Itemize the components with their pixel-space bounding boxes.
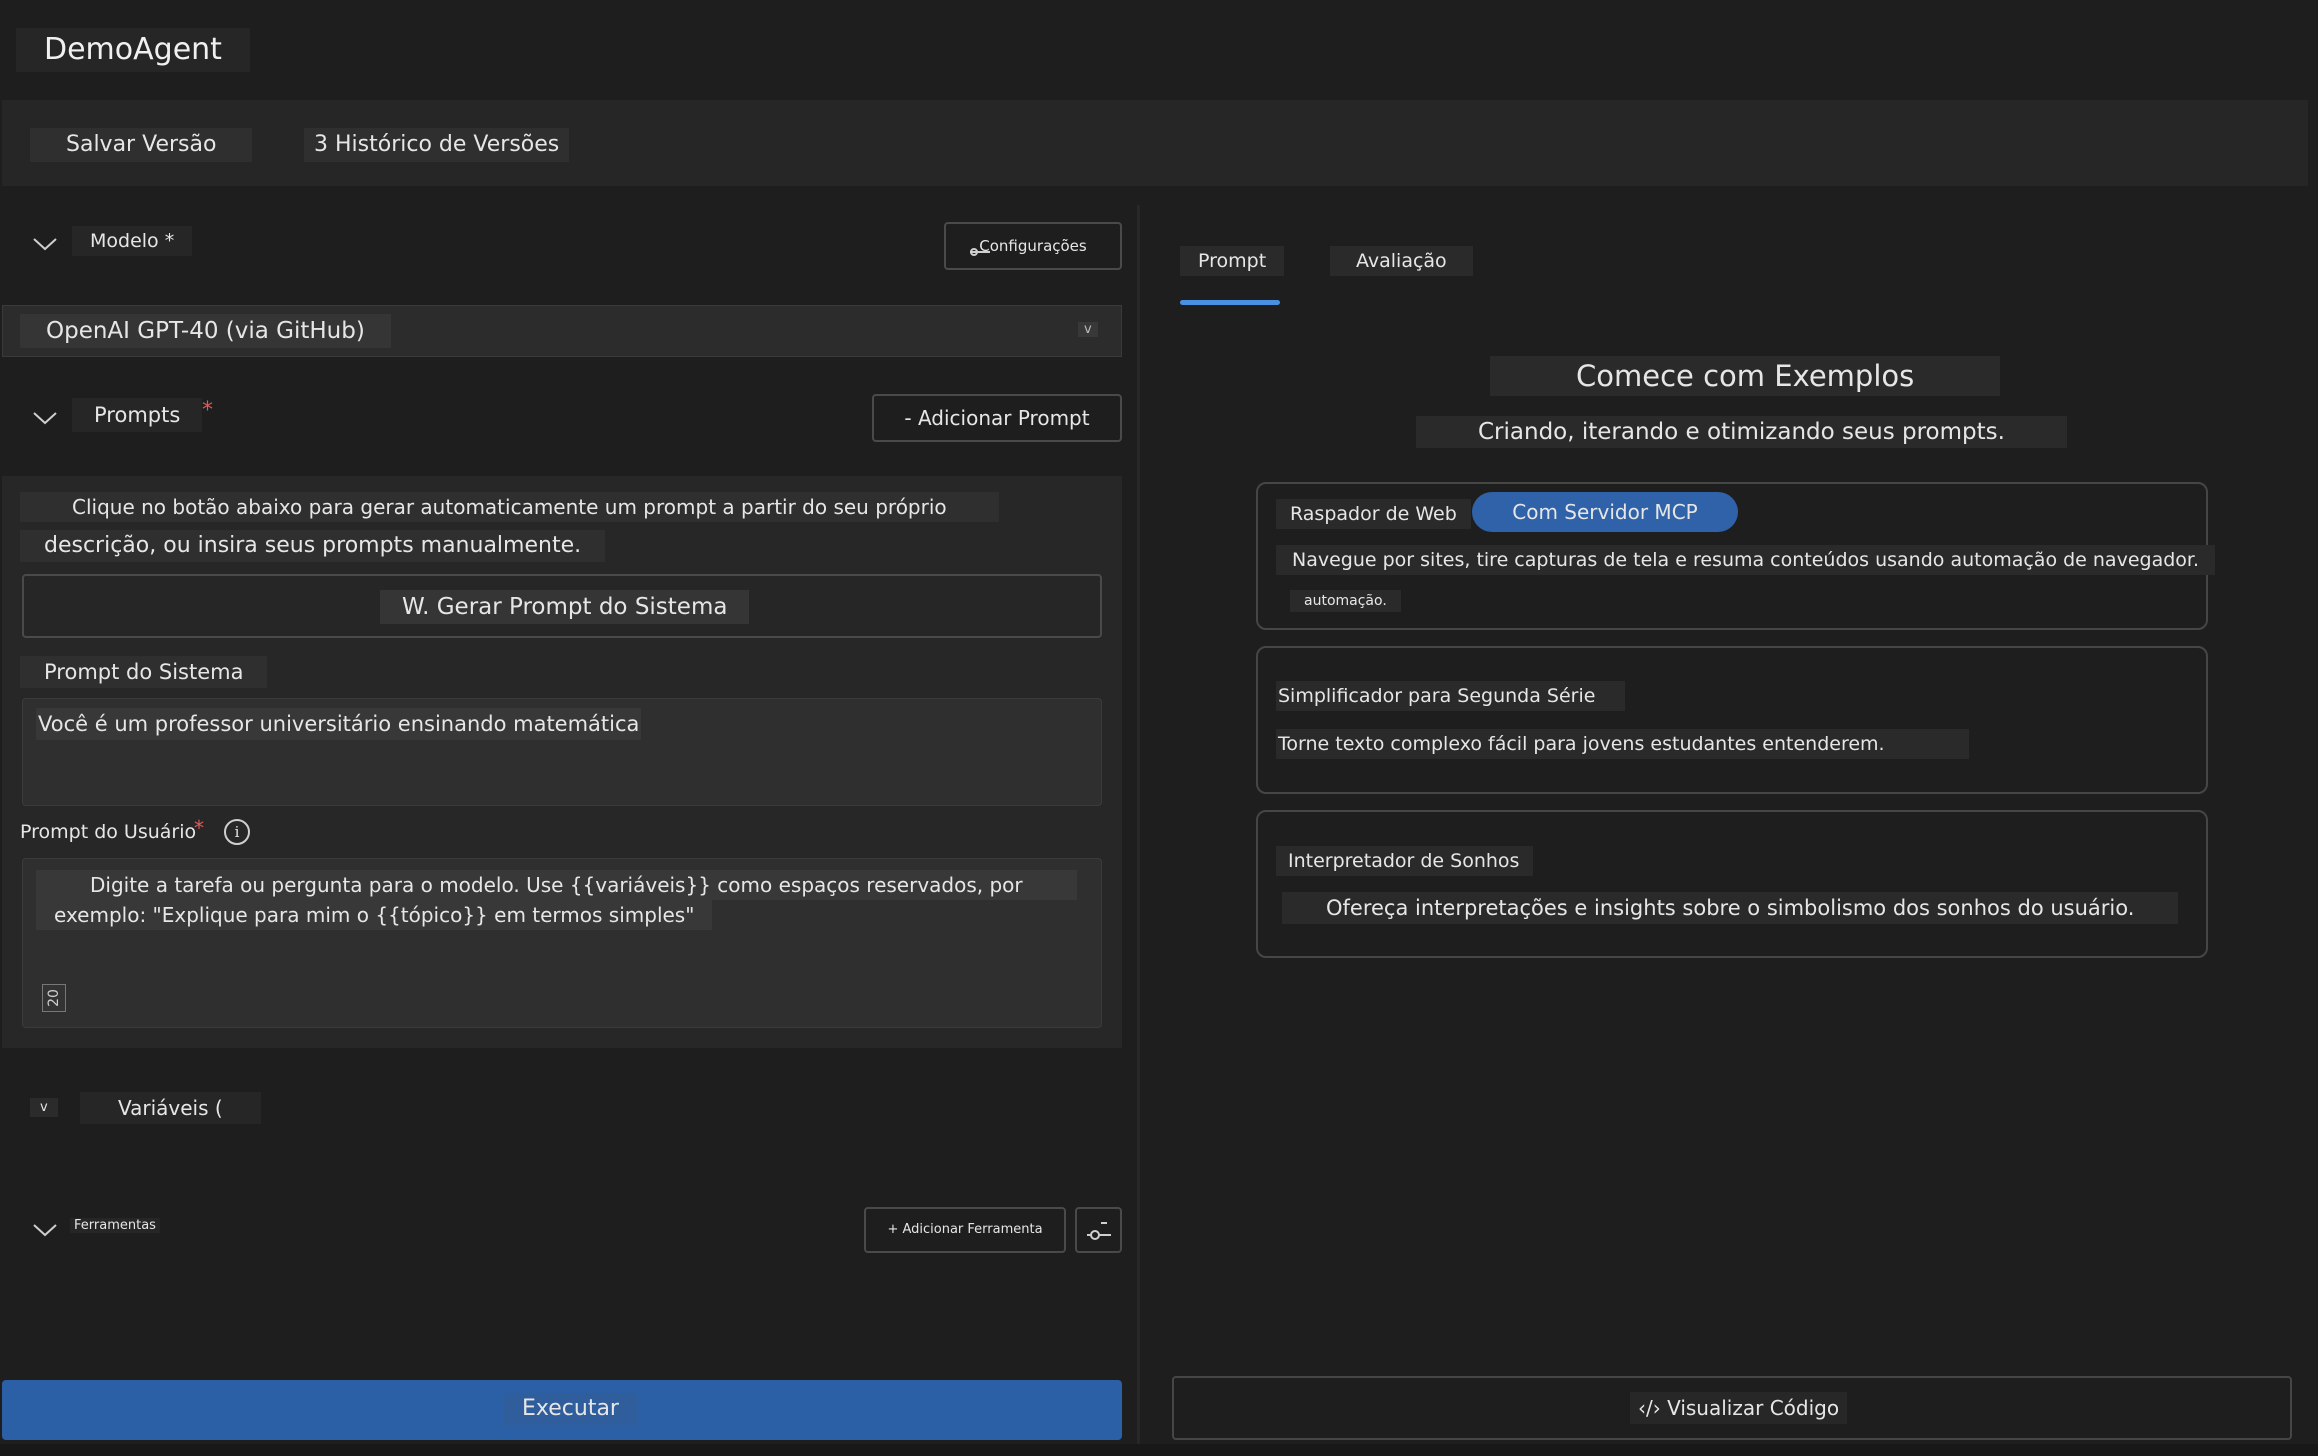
character-counter: 20: [42, 984, 66, 1012]
user-prompt-placeholder: exemplo: "Explique para mim o {{tópico}}…: [36, 900, 713, 930]
prompt-help-text: Clique no botão abaixo para gerar automa…: [20, 492, 999, 522]
model-section-label: Modelo *: [72, 226, 193, 256]
status-bar: [0, 1444, 2318, 1456]
mcp-server-badge: Com Servidor MCP: [1472, 492, 1738, 532]
system-prompt-label: Prompt do Sistema: [20, 656, 268, 688]
add-tool-button[interactable]: + Adicionar Ferramenta: [864, 1207, 1066, 1253]
character-counter-value: 20: [45, 989, 62, 1007]
examples-subtitle: Criando, iterando e otimizando seus prom…: [1416, 416, 2067, 448]
app-title: DemoAgent: [16, 28, 250, 72]
tools-section-label: Ferramentas: [70, 1218, 160, 1233]
model-settings-label: Configurações: [979, 237, 1087, 255]
model-select-value: OpenAI GPT-40 (via GitHub): [20, 314, 391, 348]
tab-evaluation[interactable]: Avaliação: [1330, 246, 1473, 276]
example-card-description: Ofereça interpretações e insights sobre …: [1282, 892, 2179, 924]
tab-prompt[interactable]: Prompt: [1180, 246, 1285, 276]
user-prompt-label: Prompt do Usuário: [20, 821, 197, 843]
chevron-down-icon[interactable]: [32, 410, 58, 426]
example-card-title: Simplificador para Segunda Série: [1276, 681, 1626, 711]
chevron-down-icon[interactable]: [32, 1222, 58, 1238]
view-code-label: ‹/› Visualizar Código: [1630, 1392, 1848, 1424]
sliders-icon: [970, 248, 990, 256]
chevron-down-icon[interactable]: v: [30, 1098, 58, 1117]
prompt-help-text: descrição, ou insira seus prompts manual…: [20, 530, 606, 562]
active-tab-indicator: [1180, 300, 1280, 305]
run-button-label: Executar: [504, 1393, 637, 1425]
example-card-description: Torne texto complexo fácil para jovens e…: [1276, 729, 1969, 759]
info-icon[interactable]: i: [224, 819, 250, 845]
prompts-section-label: Prompts: [72, 398, 203, 432]
generate-system-prompt-label: W. Gerar Prompt do Sistema: [380, 590, 750, 624]
user-prompt-placeholder: Digite a tarefa ou pergunta para o model…: [36, 870, 1077, 900]
required-indicator: *: [194, 816, 204, 840]
chevron-down-icon: v: [1078, 322, 1098, 337]
example-card-dream-interpreter[interactable]: [1256, 810, 2208, 958]
tool-settings-button[interactable]: [1075, 1207, 1122, 1253]
system-prompt-value: Você é um professor universitário ensina…: [36, 708, 642, 740]
examples-title: Comece com Exemplos: [1490, 356, 2001, 396]
example-card-second-grade-simplifier[interactable]: [1256, 646, 2208, 794]
example-card-description: Navegue por sites, tire capturas de tela…: [1276, 545, 2216, 575]
model-settings-button[interactable]: Configurações: [944, 222, 1122, 270]
panel-divider[interactable]: [1137, 205, 1140, 1445]
chevron-down-icon[interactable]: [32, 236, 58, 252]
example-card-description: automação.: [1290, 590, 1401, 612]
sliders-icon: [1087, 1222, 1111, 1240]
example-card-title: Raspador de Web: [1276, 499, 1471, 529]
version-history-button[interactable]: 3 Histórico de Versões: [304, 128, 570, 162]
example-card-title: Interpretador de Sonhos: [1276, 846, 1534, 876]
required-indicator: *: [202, 398, 213, 423]
add-prompt-button[interactable]: - Adicionar Prompt: [872, 394, 1122, 442]
variables-section-label: Variáveis (: [80, 1092, 261, 1124]
save-version-button[interactable]: Salvar Versão: [30, 128, 253, 162]
